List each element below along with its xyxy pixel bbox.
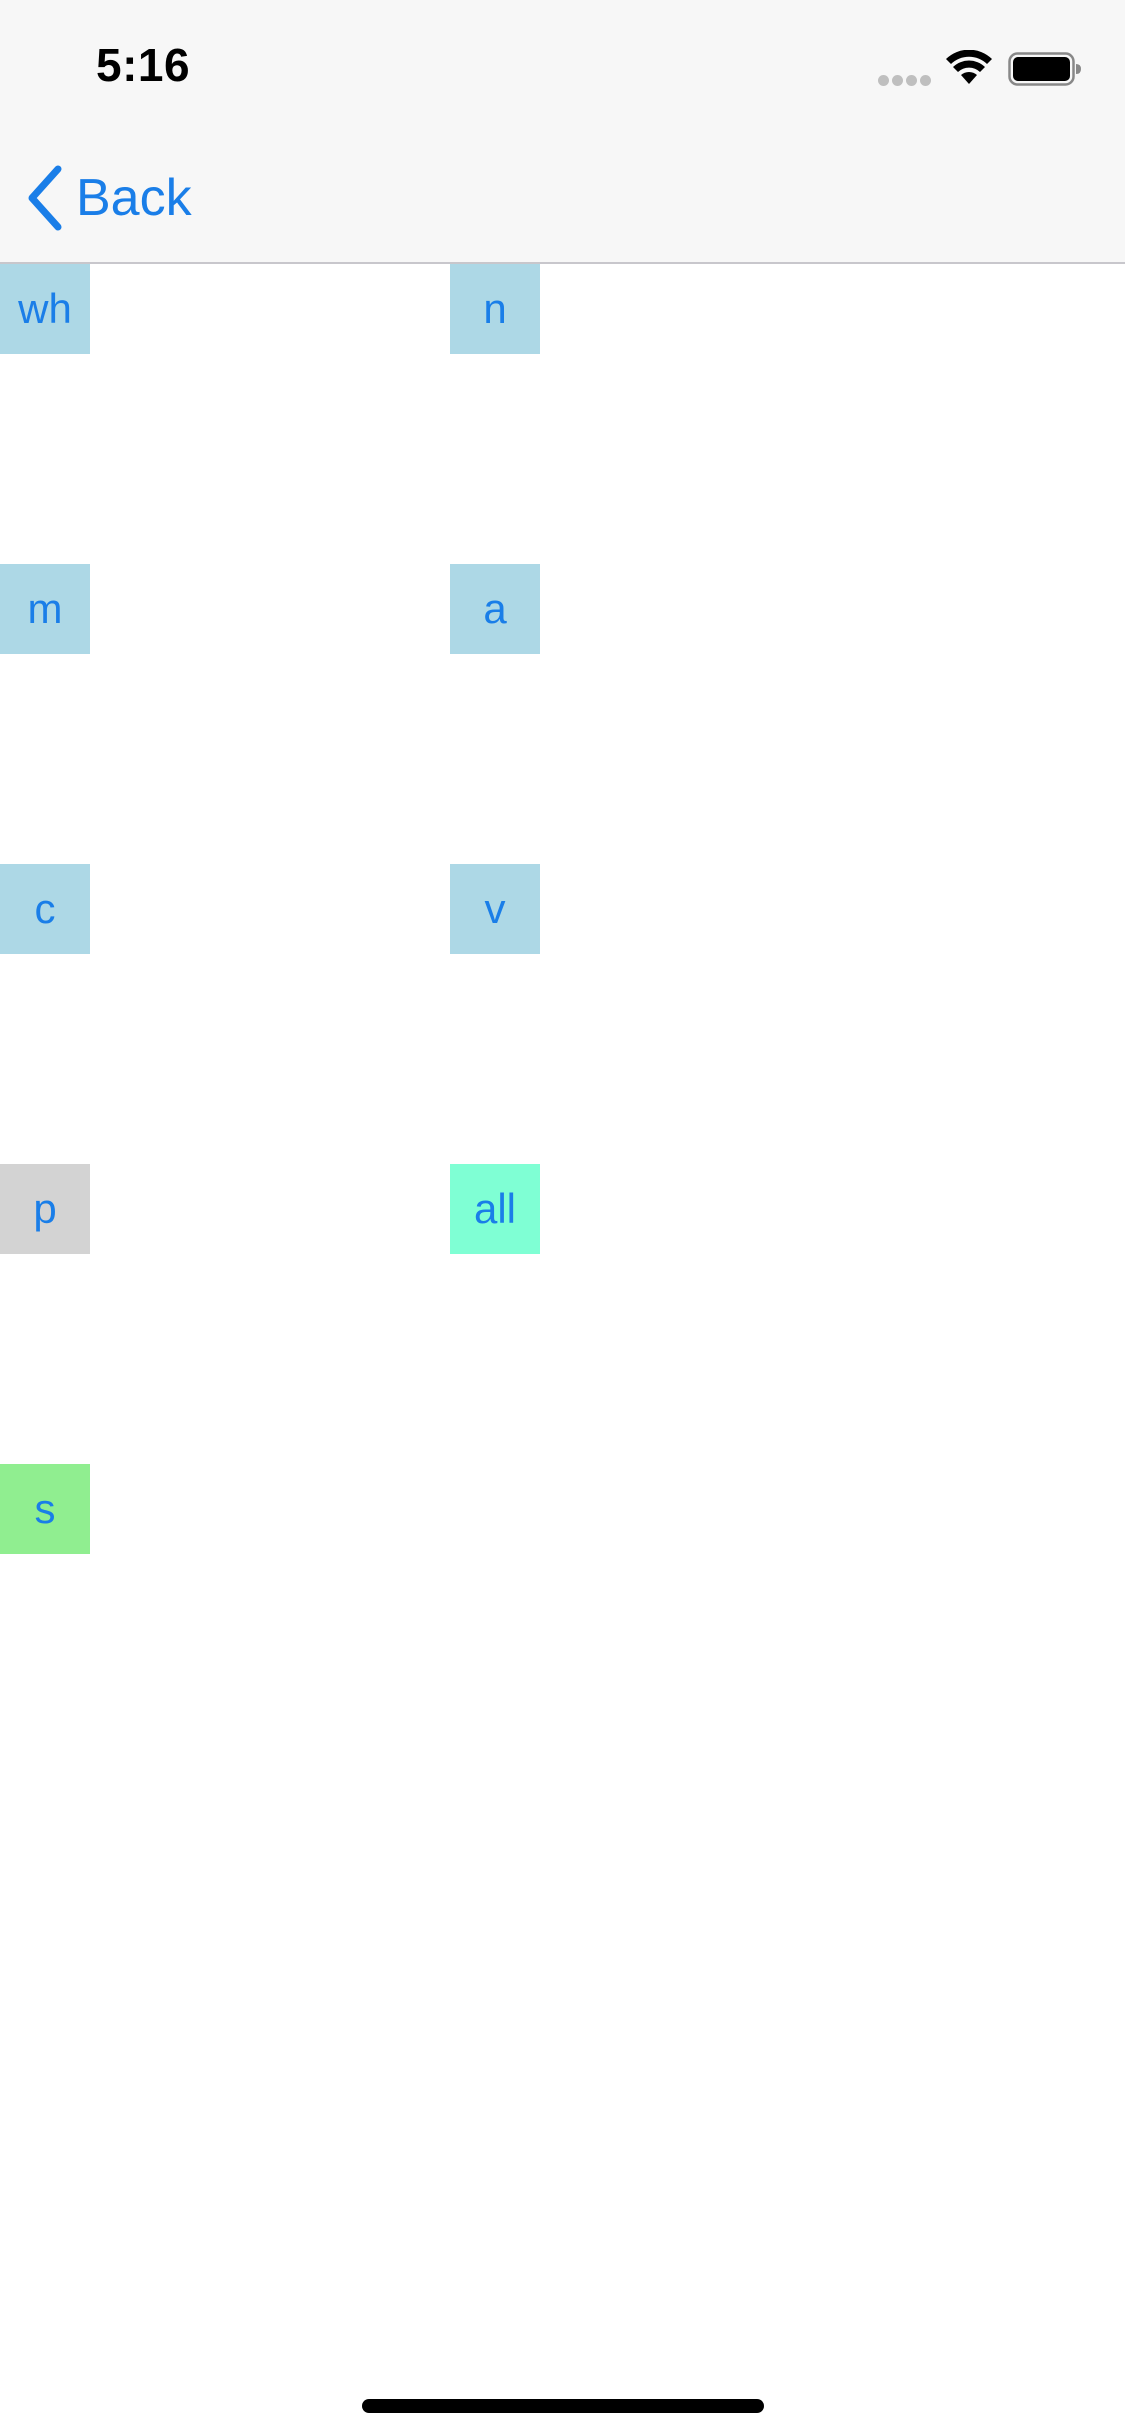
status-time: 5:16 <box>96 39 191 91</box>
navigation-bar: Back <box>0 132 1125 264</box>
tile-button-n[interactable]: n <box>450 264 540 354</box>
tile-button-all[interactable]: all <box>450 1164 540 1254</box>
back-button-label: Back <box>76 169 192 227</box>
tile-button-wh[interactable]: wh <box>0 264 90 354</box>
tile-button-m[interactable]: m <box>0 564 90 654</box>
tile-button-s[interactable]: s <box>0 1464 90 1554</box>
home-indicator[interactable] <box>362 2399 764 2413</box>
signal-dots-icon <box>878 73 934 86</box>
battery-icon <box>1008 52 1081 86</box>
status-bar: 5:16 <box>0 0 1125 132</box>
tile-button-p[interactable]: p <box>0 1164 90 1254</box>
tile-button-a[interactable]: a <box>450 564 540 654</box>
chevron-left-icon <box>28 165 62 231</box>
tile-button-v[interactable]: v <box>450 864 540 954</box>
tile-button-c[interactable]: c <box>0 864 90 954</box>
wifi-icon <box>946 50 992 84</box>
back-button[interactable]: Back <box>24 164 192 232</box>
